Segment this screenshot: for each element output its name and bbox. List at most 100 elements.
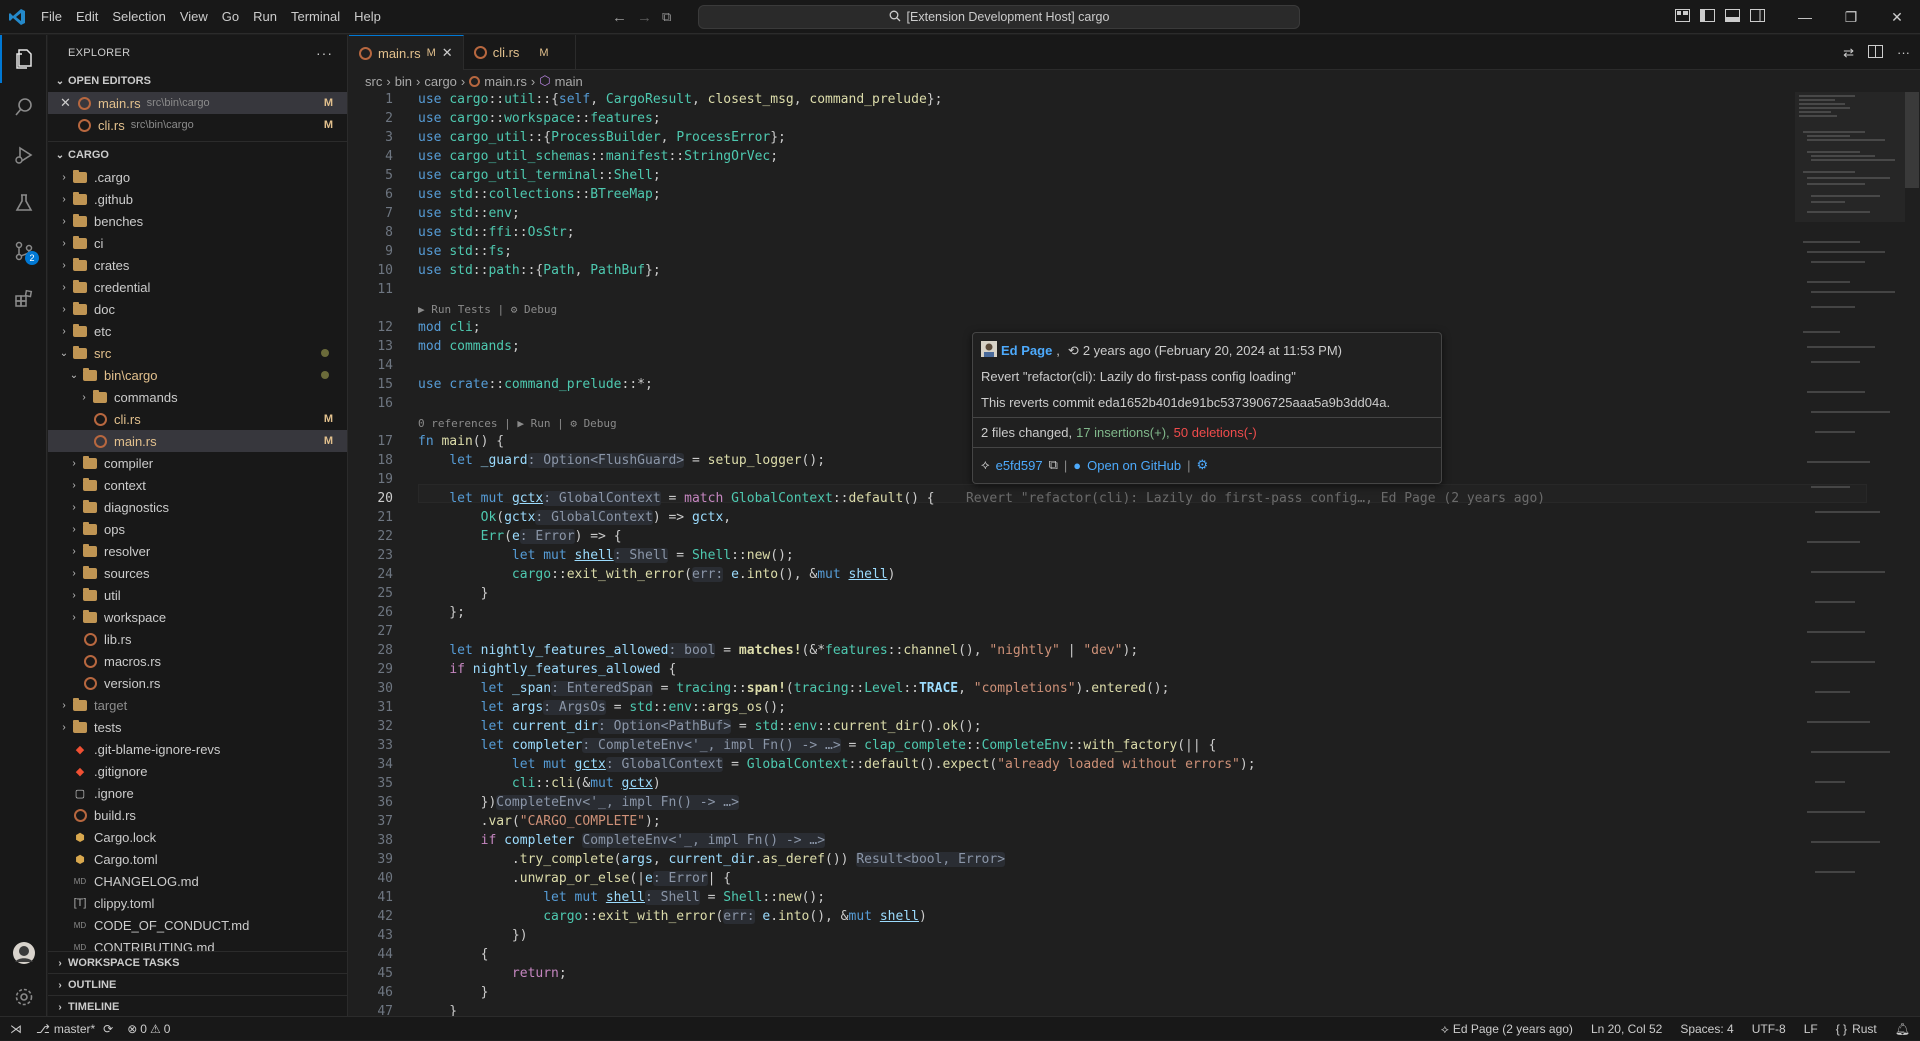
more-actions-icon[interactable]: ··· — [1897, 45, 1910, 60]
tree-folder[interactable]: › .cargo — [48, 166, 347, 188]
minimap[interactable] — [1795, 92, 1905, 892]
tree-folder[interactable]: › ci — [48, 232, 347, 254]
tree-folder[interactable]: › util — [48, 584, 347, 606]
close-icon[interactable]: ✕ — [60, 95, 76, 111]
toggle-secondary-sidebar-icon[interactable] — [1750, 9, 1765, 25]
tree-folder[interactable]: › benches — [48, 210, 347, 232]
breadcrumb-item[interactable]: cargo — [424, 74, 457, 89]
commit-author-link[interactable]: Ed Page — [1001, 343, 1052, 358]
back-arrow-icon[interactable]: ← — [612, 9, 627, 26]
tree-file[interactable]: ▢ .ignore — [48, 782, 347, 804]
toggle-panel-icon[interactable] — [1725, 9, 1740, 25]
tree-file[interactable]: build.rs — [48, 804, 347, 826]
tree-folder[interactable]: › sources — [48, 562, 347, 584]
codelens-run-main[interactable]: 0 references | ▶ Run | ⚙ Debug — [418, 417, 617, 430]
source-control-icon[interactable]: 2 — [0, 227, 47, 275]
tree-folder[interactable]: ⌄ bin\cargo — [48, 364, 347, 386]
problems-item[interactable]: ⊗ 0 ⚠ 0 — [127, 1022, 170, 1036]
restore-icon[interactable]: ❐ — [1828, 0, 1874, 34]
open-on-github-link[interactable]: Open on GitHub — [1087, 458, 1181, 473]
tree-folder[interactable]: › ops — [48, 518, 347, 540]
split-editor-icon[interactable] — [1868, 44, 1883, 61]
notifications-bell-icon[interactable]: 🔔︎ — [1895, 1022, 1910, 1036]
tree-file[interactable]: [T] clippy.toml — [48, 892, 347, 914]
copy-icon[interactable]: ⧉ — [1049, 457, 1058, 473]
remote-icon[interactable]: ⋊ — [10, 1022, 22, 1036]
menu-file[interactable]: File — [34, 0, 69, 34]
minimize-icon[interactable]: — — [1782, 0, 1828, 34]
codelens-run-tests[interactable]: ▶ Run Tests | ⚙ Debug — [418, 303, 557, 316]
tree-file[interactable]: cli.rs M — [48, 408, 347, 430]
blame-status[interactable]: ⟡ Ed Page (2 years ago) — [1441, 1022, 1573, 1037]
tree-folder[interactable]: › resolver — [48, 540, 347, 562]
menu-run[interactable]: Run — [246, 0, 284, 34]
tree-folder[interactable]: › compiler — [48, 452, 347, 474]
code-editor[interactable]: 1 use cargo::util::{self, CargoResult, c… — [349, 92, 1867, 1016]
breadcrumb-item[interactable]: main — [555, 74, 583, 89]
inline-blame[interactable]: Revert "refactor(cli): Lazily do first-p… — [966, 491, 1545, 506]
toggle-primary-sidebar-icon[interactable] — [1700, 9, 1715, 25]
language-mode[interactable]: { } Rust — [1836, 1022, 1877, 1036]
run-debug-icon[interactable] — [0, 131, 47, 179]
tab-cli-rs[interactable]: cli.rs M — [464, 35, 576, 70]
indentation[interactable]: Spaces: 4 — [1680, 1022, 1733, 1036]
tree-file[interactable]: MD CODE_OF_CONDUCT.md — [48, 914, 347, 936]
commit-sha-link[interactable]: e5fd597 — [996, 458, 1043, 473]
forward-arrow-icon[interactable]: → — [637, 9, 652, 26]
tree-folder[interactable]: › tests — [48, 716, 347, 738]
menu-selection[interactable]: Selection — [105, 0, 172, 34]
cargo-root-header[interactable]: ⌄ CARGO — [48, 144, 347, 166]
tree-file[interactable]: ⬢ Cargo.lock — [48, 826, 347, 848]
open-editor-item[interactable]: ✕ main.rs src\bin\cargo M — [48, 92, 347, 114]
more-actions-icon[interactable]: ··· — [316, 45, 333, 61]
cursor-position[interactable]: Ln 20, Col 52 — [1591, 1022, 1662, 1036]
vertical-scrollbar[interactable] — [1905, 92, 1919, 1016]
menu-terminal[interactable]: Terminal — [284, 0, 347, 34]
tree-folder[interactable]: › credential — [48, 276, 347, 298]
explorer-icon[interactable] — [0, 35, 47, 83]
open-editor-item[interactable]: cli.rs src\bin\cargo M — [48, 114, 347, 136]
encoding[interactable]: UTF-8 — [1752, 1022, 1786, 1036]
tree-folder[interactable]: › workspace — [48, 606, 347, 628]
settings-gear-icon[interactable]: ⚙ — [1196, 457, 1208, 473]
open-editors-header[interactable]: ⌄ OPEN EDITORS — [48, 70, 347, 92]
tab-main-rs[interactable]: main.rs M ✕ — [349, 35, 464, 70]
timeline-header[interactable]: › TIMELINE — [48, 996, 347, 1016]
open-external-icon[interactable]: ⧉ — [662, 9, 671, 25]
tree-folder[interactable]: › crates — [48, 254, 347, 276]
sync-icon[interactable]: ⟳ — [103, 1022, 113, 1036]
breadcrumb-item[interactable]: src — [365, 74, 382, 89]
end-of-line[interactable]: LF — [1804, 1022, 1818, 1036]
tree-file[interactable]: macros.rs — [48, 650, 347, 672]
testing-flask-icon[interactable] — [0, 179, 47, 227]
command-center[interactable]: [Extension Development Host] cargo — [698, 5, 1300, 29]
tree-file[interactable]: ◆ .git-blame-ignore-revs — [48, 738, 347, 760]
branch-item[interactable]: ⎇ master* ⟳ — [36, 1022, 113, 1036]
tree-folder[interactable]: › etc — [48, 320, 347, 342]
account-avatar[interactable] — [0, 929, 47, 977]
customize-layout-icon[interactable] — [1675, 9, 1690, 25]
tree-file[interactable]: MD CHANGELOG.md — [48, 870, 347, 892]
tree-folder[interactable]: › commands — [48, 386, 347, 408]
settings-gear-icon[interactable] — [0, 977, 47, 1017]
tree-file[interactable]: main.rs M — [48, 430, 347, 452]
open-changes-icon[interactable]: ⇄ — [1843, 45, 1854, 61]
tree-folder[interactable]: › diagnostics — [48, 496, 347, 518]
tree-file[interactable]: lib.rs — [48, 628, 347, 650]
menu-view[interactable]: View — [173, 0, 215, 34]
menu-help[interactable]: Help — [347, 0, 388, 34]
breadcrumb-item[interactable]: bin — [395, 74, 412, 89]
search-icon[interactable] — [0, 83, 47, 131]
tree-file[interactable]: ⬢ Cargo.toml — [48, 848, 347, 870]
tree-folder[interactable]: › doc — [48, 298, 347, 320]
close-window-icon[interactable]: ✕ — [1874, 0, 1920, 34]
breadcrumb-item[interactable]: main.rs — [484, 74, 527, 89]
tree-folder[interactable]: › context — [48, 474, 347, 496]
tree-folder[interactable]: ⌄ src — [48, 342, 347, 364]
outline-header[interactable]: › OUTLINE — [48, 974, 347, 996]
tree-file[interactable]: version.rs — [48, 672, 347, 694]
tree-file[interactable]: ◆ .gitignore — [48, 760, 347, 782]
tree-folder[interactable]: › .github — [48, 188, 347, 210]
menu-edit[interactable]: Edit — [69, 0, 105, 34]
workspace-tasks-header[interactable]: › WORKSPACE TASKS — [48, 952, 347, 974]
